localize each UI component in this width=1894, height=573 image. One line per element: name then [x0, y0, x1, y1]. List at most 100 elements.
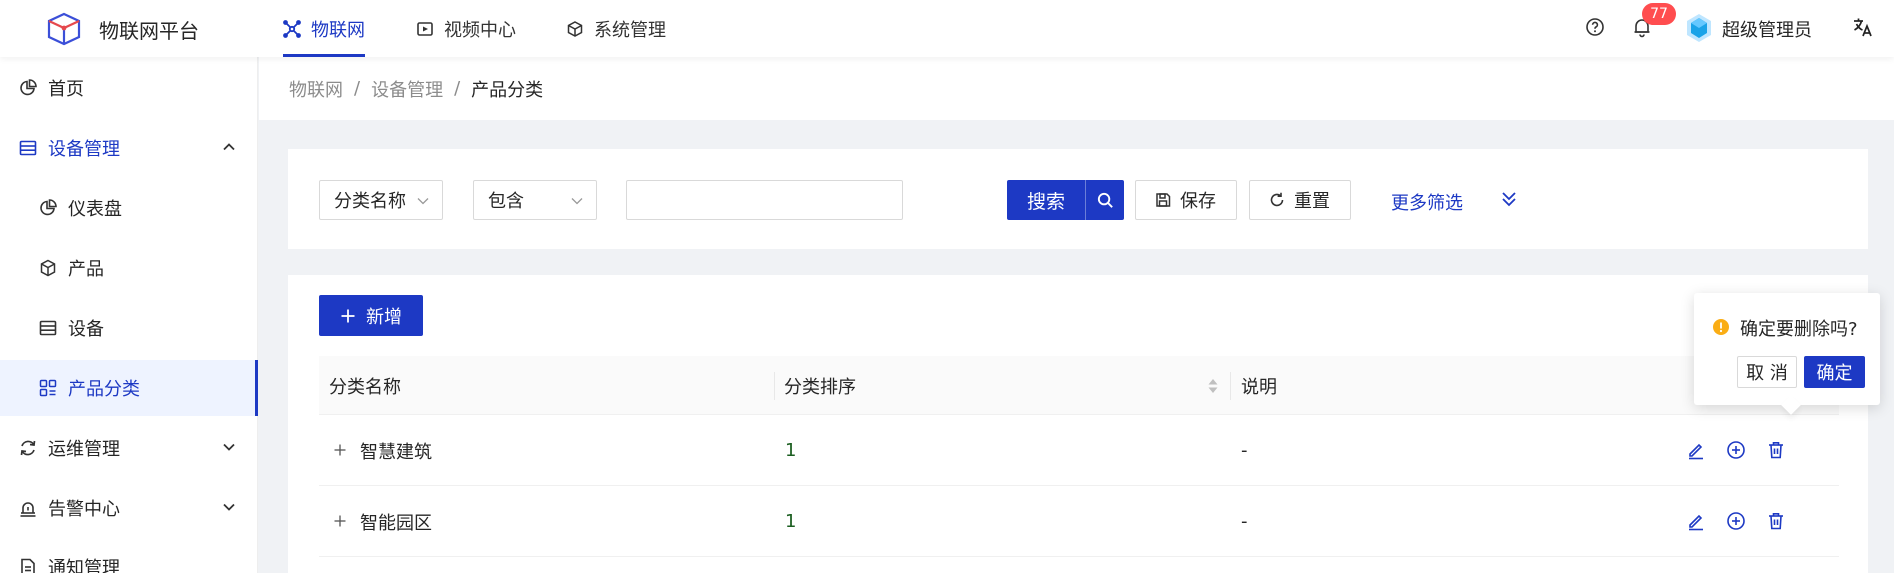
table-panel: 新增 分类名称 分类排序 说明 智慧建筑 1 - 智能园区 1 -: [288, 275, 1868, 573]
reset-button-label: 重置: [1294, 191, 1330, 212]
sidebar-item-device-management[interactable]: 设备管理: [0, 120, 258, 176]
sync-icon: [18, 438, 38, 458]
sidebar-item-label: 首页: [48, 79, 84, 100]
confirm-message: 确定要删除吗?: [1740, 319, 1858, 340]
reset-button[interactable]: 重置: [1249, 180, 1351, 220]
edit-icon[interactable]: [1685, 439, 1707, 461]
cube-icon: [38, 258, 58, 278]
filter-operator-value: 包含: [488, 191, 524, 212]
cancel-button[interactable]: 取 消: [1737, 356, 1797, 388]
cell-description: -: [1241, 440, 1248, 461]
add-button-label: 新增: [366, 306, 402, 328]
add-button[interactable]: 新增: [319, 295, 423, 336]
save-icon: [1156, 193, 1171, 207]
sidebar-item-product-category[interactable]: 产品分类: [0, 360, 258, 416]
column-header-sort[interactable]: 分类排序: [784, 356, 856, 415]
chevron-up-icon: [223, 143, 235, 151]
top-header: 物联网平台 物联网 视频中心 系统管理 77 超级管理员: [0, 0, 1894, 57]
chevron-down-icon: [223, 443, 235, 451]
sidebar-item-label: 告警中心: [48, 499, 120, 520]
table-header: 分类名称 分类排序 说明: [319, 356, 1839, 415]
breadcrumb-item[interactable]: 物联网: [289, 76, 343, 102]
video-icon: [417, 21, 433, 36]
alarm-icon: [18, 498, 38, 518]
search-button[interactable]: 搜索: [1007, 180, 1124, 220]
nav-tab-label: 物联网: [311, 19, 365, 41]
add-circle-icon[interactable]: [1725, 510, 1747, 532]
expand-icon[interactable]: [330, 440, 350, 460]
breadcrumb-separator: /: [454, 78, 461, 99]
search-button-label: 搜索: [1026, 190, 1065, 213]
user-name[interactable]: 超级管理员: [1722, 16, 1812, 42]
file-icon: [18, 557, 38, 573]
plus-icon: [341, 309, 355, 322]
cell-name: 智慧建筑: [360, 441, 432, 463]
column-divider: [1230, 372, 1231, 400]
save-button[interactable]: 保存: [1135, 180, 1237, 220]
filter-field-select[interactable]: 分类名称: [319, 180, 443, 220]
filter-panel: 分类名称 包含 搜索 保存 重置 更多筛选: [288, 149, 1868, 249]
chevron-down-icon: [223, 503, 235, 511]
table-row: 智能园区 1 -: [319, 486, 1839, 557]
filter-operator-select[interactable]: 包含: [473, 180, 597, 220]
pie-chart-icon: [38, 198, 58, 218]
column-divider: [774, 372, 775, 400]
logo-icon: [47, 12, 81, 46]
sort-icon[interactable]: [1207, 376, 1219, 396]
column-header-name: 分类名称: [329, 376, 401, 398]
sidebar-item-label: 产品分类: [68, 379, 140, 400]
breadcrumb-item[interactable]: 设备管理: [371, 76, 443, 102]
avatar[interactable]: [1686, 13, 1712, 43]
breadcrumb-separator: /: [354, 78, 361, 99]
sidebar-item-label: 仪表盘: [68, 199, 122, 220]
chevron-down-icon: [417, 198, 429, 205]
table-icon: [18, 138, 38, 158]
sidebar-item-device[interactable]: 设备: [0, 300, 258, 356]
filter-field-value: 分类名称: [334, 191, 406, 212]
cube-icon: [567, 20, 583, 37]
nav-tab-iot[interactable]: 物联网: [283, 0, 365, 57]
cell-name: 智能园区: [360, 512, 432, 534]
sidebar-item-label: 设备: [68, 319, 104, 340]
table-row: 智慧建筑 1 -: [319, 415, 1839, 486]
sidebar-item-product[interactable]: 产品: [0, 240, 258, 296]
iot-icon: [283, 19, 301, 38]
double-chevron-down-icon[interactable]: [1498, 188, 1520, 210]
confirm-button[interactable]: 确定: [1804, 356, 1865, 388]
search-icon[interactable]: [1086, 191, 1124, 210]
more-filter-link[interactable]: 更多筛选: [1391, 189, 1463, 215]
delete-confirm-popover: 确定要删除吗? 取 消 确定: [1694, 293, 1880, 405]
add-circle-icon[interactable]: [1725, 439, 1747, 461]
nav-tab-label: 系统管理: [594, 19, 666, 41]
nav-tab-label: 视频中心: [444, 19, 516, 41]
expand-icon[interactable]: [330, 511, 350, 531]
notification-badge: 77: [1642, 3, 1676, 25]
sidebar-item-operations[interactable]: 运维管理: [0, 420, 258, 476]
breadcrumb: 物联网 / 设备管理 / 产品分类: [259, 57, 1894, 120]
column-header-description: 说明: [1241, 376, 1277, 398]
sidebar-item-alarm-center[interactable]: 告警中心: [0, 480, 258, 536]
sidebar-item-notification[interactable]: 通知管理: [0, 539, 258, 573]
apps-icon: [38, 378, 58, 398]
edit-icon[interactable]: [1685, 510, 1707, 532]
delete-icon[interactable]: [1765, 510, 1787, 532]
chevron-down-icon: [571, 198, 583, 205]
pie-chart-icon: [18, 78, 38, 98]
delete-icon[interactable]: [1765, 439, 1787, 461]
sidebar-item-dashboard[interactable]: 仪表盘: [0, 180, 258, 236]
app-title: 物联网平台: [99, 19, 199, 43]
reload-icon: [1270, 192, 1284, 207]
help-icon[interactable]: [1584, 16, 1606, 38]
translate-icon[interactable]: [1852, 16, 1874, 38]
sidebar-item-label: 通知管理: [48, 558, 120, 573]
cell-description: -: [1241, 511, 1248, 532]
breadcrumb-current: 产品分类: [471, 79, 544, 101]
save-button-label: 保存: [1180, 191, 1216, 212]
nav-tab-system[interactable]: 系统管理: [566, 0, 666, 57]
filter-value-input[interactable]: [626, 180, 903, 220]
nav-tab-video[interactable]: 视频中心: [416, 0, 516, 57]
sidebar: 首页 设备管理 仪表盘 产品 设备 产品分类 运维管理 告警中心 通知管理: [0, 57, 258, 573]
table-icon: [38, 318, 58, 338]
sidebar-item-label: 运维管理: [48, 439, 120, 460]
sidebar-item-home[interactable]: 首页: [0, 60, 258, 116]
